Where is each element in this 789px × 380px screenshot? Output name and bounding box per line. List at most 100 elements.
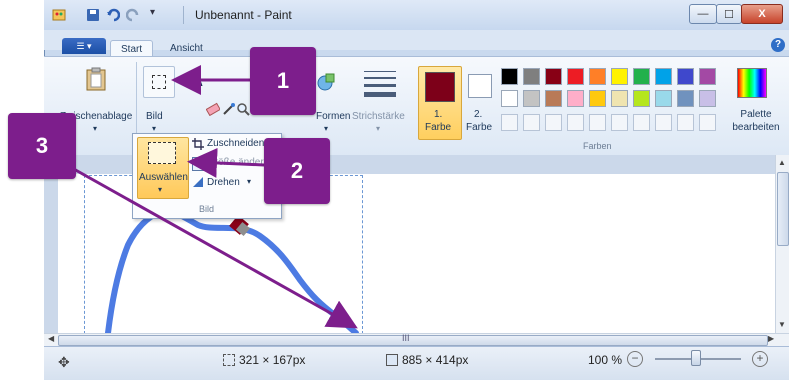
save-icon[interactable] bbox=[86, 8, 100, 22]
image-label[interactable]: Bild bbox=[146, 111, 163, 122]
palette-empty-slot[interactable] bbox=[501, 114, 518, 131]
select-tool-button[interactable] bbox=[143, 66, 175, 98]
select-icon bbox=[152, 75, 166, 89]
clipboard-dropdown-arrow[interactable]: ▾ bbox=[93, 124, 97, 133]
maximize-button[interactable]: ☐ bbox=[716, 4, 742, 24]
color-palette bbox=[501, 68, 723, 136]
horizontal-scroll-thumb[interactable] bbox=[58, 335, 768, 346]
palette-empty-slot[interactable] bbox=[611, 114, 628, 131]
scroll-down-arrow[interactable]: ▼ bbox=[778, 320, 786, 329]
palette-swatch[interactable] bbox=[589, 68, 606, 85]
palette-swatch[interactable] bbox=[677, 68, 694, 85]
cursor-position-icon: ✥ bbox=[58, 354, 70, 370]
resize-icon[interactable] bbox=[192, 157, 206, 171]
palette-swatch[interactable] bbox=[589, 90, 606, 107]
window-title: Unbenannt - Paint bbox=[195, 8, 292, 22]
palette-swatch[interactable] bbox=[611, 90, 628, 107]
palette-swatch[interactable] bbox=[655, 68, 672, 85]
magnifier-icon[interactable] bbox=[236, 102, 250, 116]
color2-label-line1[interactable]: 2. bbox=[474, 109, 482, 120]
stroke-width-icon[interactable] bbox=[362, 68, 398, 98]
edit-colors-line2[interactable]: bearbeiten bbox=[728, 122, 784, 133]
zoom-out-button[interactable]: − bbox=[627, 351, 643, 367]
rotate-label[interactable]: Drehen bbox=[207, 177, 240, 188]
palette-swatch[interactable] bbox=[523, 90, 540, 107]
scroll-right-arrow[interactable]: ▶ bbox=[768, 334, 774, 343]
palette-empty-slot[interactable] bbox=[633, 114, 650, 131]
zoom-slider-thumb[interactable] bbox=[691, 350, 701, 366]
vertical-scroll-thumb[interactable] bbox=[777, 172, 789, 246]
palette-empty-slot[interactable] bbox=[655, 114, 672, 131]
crop-icon[interactable] bbox=[192, 138, 204, 150]
resize-label[interactable]: Größe ändern bbox=[207, 157, 269, 168]
title-divider bbox=[183, 6, 184, 24]
palette-swatch[interactable] bbox=[633, 68, 650, 85]
dropdown-group-title: Bild bbox=[199, 204, 215, 214]
palette-empty-slot[interactable] bbox=[523, 114, 540, 131]
scroll-left-arrow[interactable]: ◀ bbox=[48, 334, 54, 343]
palette-swatch[interactable] bbox=[501, 90, 518, 107]
undo-icon[interactable] bbox=[106, 8, 121, 22]
scroll-up-arrow[interactable]: ▲ bbox=[778, 158, 786, 167]
select-label[interactable]: Auswählen bbox=[139, 172, 188, 183]
shapes-label[interactable]: Formen bbox=[316, 111, 350, 122]
stroke-dropdown-arrow[interactable]: ▾ bbox=[376, 124, 380, 133]
palette-swatch[interactable] bbox=[545, 68, 562, 85]
edit-colors-line1[interactable]: Palette bbox=[736, 109, 776, 120]
close-button[interactable]: X bbox=[741, 4, 783, 24]
select-dropdown-arrow[interactable]: ▾ bbox=[158, 185, 162, 194]
image-size-icon bbox=[386, 354, 398, 366]
paint-app-icon[interactable] bbox=[52, 8, 66, 22]
rotate-icon[interactable] bbox=[192, 176, 204, 188]
palette-swatch[interactable] bbox=[567, 90, 584, 107]
palette-swatch[interactable] bbox=[655, 90, 672, 107]
color1-swatch bbox=[425, 72, 455, 102]
tab-start[interactable]: Start bbox=[110, 40, 154, 57]
eraser-icon[interactable] bbox=[205, 102, 221, 117]
palette-swatch[interactable] bbox=[699, 68, 716, 85]
color-picker-icon[interactable] bbox=[222, 102, 236, 116]
callout-3: 3 bbox=[8, 113, 76, 179]
palette-empty-slot[interactable] bbox=[699, 114, 716, 131]
palette-swatch[interactable] bbox=[523, 68, 540, 85]
shapes-dropdown-arrow[interactable]: ▾ bbox=[324, 124, 328, 133]
palette-swatch[interactable] bbox=[501, 68, 518, 85]
callout-2: 2 bbox=[264, 138, 330, 204]
image-dropdown-arrow[interactable]: ▾ bbox=[152, 124, 156, 133]
zoom-in-button[interactable]: + bbox=[752, 351, 768, 367]
tab-ansicht[interactable]: Ansicht bbox=[160, 40, 213, 56]
customize-qat-icon[interactable]: ▾ bbox=[150, 7, 155, 18]
palette-empty-slot[interactable] bbox=[545, 114, 562, 131]
color2-label-line2[interactable]: Farbe bbox=[466, 122, 492, 133]
crop-label[interactable]: Zuschneiden bbox=[207, 138, 264, 149]
palette-swatch[interactable] bbox=[633, 90, 650, 107]
clipboard-icon[interactable] bbox=[84, 66, 108, 92]
redo-icon[interactable] bbox=[125, 8, 140, 22]
callout-1: 1 bbox=[250, 47, 316, 115]
colors-group-title: Farben bbox=[583, 141, 612, 151]
color1-fill bbox=[426, 73, 454, 101]
shapes-icon[interactable] bbox=[316, 72, 336, 92]
title-bar bbox=[44, 0, 789, 30]
palette-swatch[interactable] bbox=[677, 90, 694, 107]
select-large-icon bbox=[148, 142, 176, 164]
palette-swatch[interactable] bbox=[699, 90, 716, 107]
palette-swatch[interactable] bbox=[567, 68, 584, 85]
ribbon-tab-row bbox=[44, 30, 789, 50]
palette-empty-slot[interactable] bbox=[589, 114, 606, 131]
palette-empty-slot[interactable] bbox=[677, 114, 694, 131]
color1-label-line2: Farbe bbox=[425, 122, 452, 133]
stroke-width-label[interactable]: Strichstärke bbox=[352, 111, 405, 122]
palette-empty-slot[interactable] bbox=[567, 114, 584, 131]
minimize-button[interactable]: — bbox=[689, 4, 717, 24]
help-icon[interactable]: ? bbox=[771, 38, 785, 52]
color2-swatch[interactable] bbox=[468, 74, 492, 98]
edit-colors-icon[interactable] bbox=[737, 68, 767, 98]
app-menu-button[interactable]: ☰ ▾ bbox=[62, 38, 106, 54]
palette-swatch[interactable] bbox=[611, 68, 628, 85]
selection-size-text: 321 × 167px bbox=[239, 353, 306, 367]
palette-swatch[interactable] bbox=[545, 90, 562, 107]
image-size-text: 885 × 414px bbox=[402, 353, 469, 367]
text-tool-icon[interactable]: A bbox=[190, 70, 203, 91]
rotate-dropdown-arrow[interactable]: ▾ bbox=[247, 177, 251, 186]
